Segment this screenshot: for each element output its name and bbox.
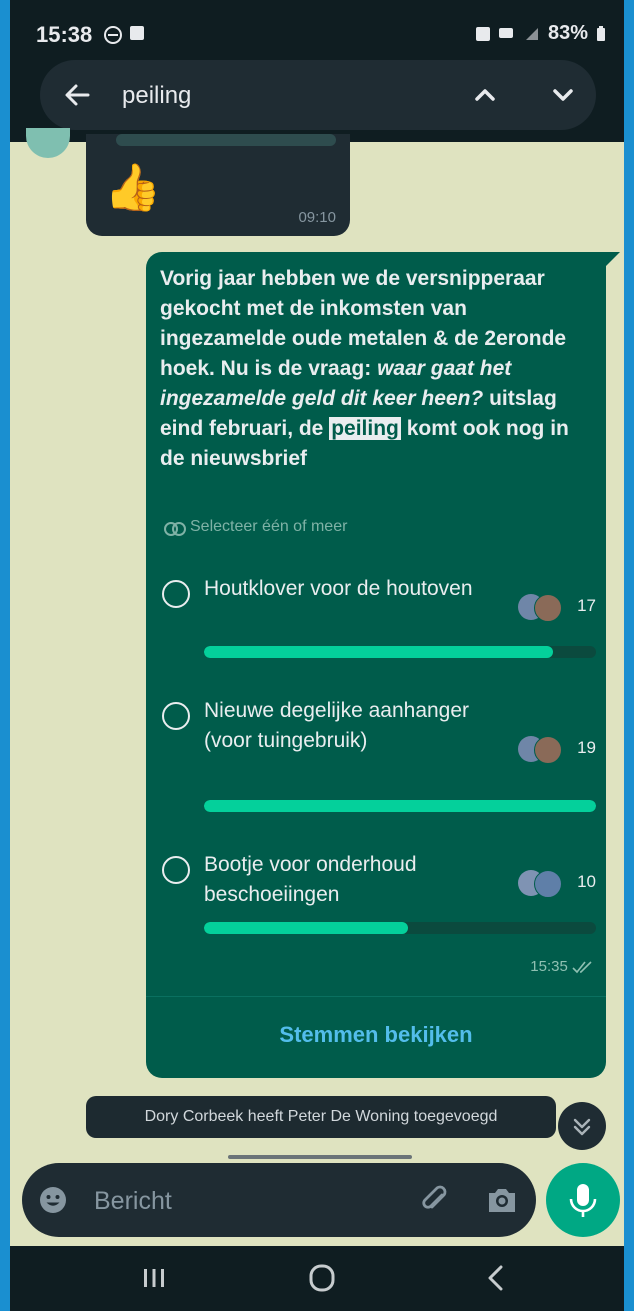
camera-icon[interactable] [486,1185,518,1215]
search-header [10,52,624,142]
vote-bar [204,922,596,934]
sender-name [116,134,336,146]
status-time: 15:38 [36,22,93,47]
message-time: 09:10 [298,209,336,226]
do-not-disturb-icon [104,26,122,49]
poll-message[interactable]: Vorig jaar hebben we de versnipperaar ge… [146,252,606,1078]
poll-option-label: Bootje voor onderhoud beschoeiingen [204,853,417,906]
message-time: 15:35 [530,958,568,975]
home-icon[interactable] [302,1260,342,1296]
vote-count: 17 [577,596,596,615]
vote-bar [204,646,596,658]
voice-record-button[interactable] [546,1163,620,1237]
chevron-up-icon[interactable] [468,78,502,112]
battery-percent: 83% [547,22,588,44]
view-votes-button[interactable]: Stemmen bekijken [146,1022,606,1048]
attach-icon[interactable] [418,1183,452,1217]
incoming-message[interactable]: 👍 09:10 [86,134,350,236]
scroll-to-bottom-button[interactable] [558,1102,606,1150]
search-input[interactable] [120,76,424,116]
battery-icon [597,25,605,41]
poll-option-label: Nieuwe degelijke aanhanger (voor tuingeb… [204,699,470,752]
vote-count: 10 [577,872,596,891]
voter-avatars [518,594,562,622]
system-navigation-bar [10,1246,624,1311]
wifi-call-icon [498,27,513,38]
message-status: 15:35 [530,958,594,975]
double-chevron-down-icon [573,1118,591,1136]
sender-avatar[interactable] [26,128,70,158]
alarm-icon [475,26,490,41]
emoji-icon[interactable] [38,1185,68,1215]
microphone-icon [569,1184,597,1217]
signal-icon [525,27,538,40]
poll-option[interactable]: Houtklover voor de houtoven 17 [162,574,596,664]
radio-button[interactable] [162,856,190,884]
message-input[interactable] [92,1181,376,1221]
voter-avatars [518,870,562,898]
search-highlight: peiling [329,417,401,440]
vote-bar-fill [204,646,553,658]
status-right: 83% [475,22,606,45]
radio-button[interactable] [162,702,190,730]
vote-bar [204,800,596,812]
chat-screen: 15:38 83% 👍 09:10 Vorig jaar hebben we d… [10,0,624,1311]
bubble-tail [606,252,620,266]
select-hint: Selecteer één of meer [164,518,347,536]
back-nav-icon[interactable] [476,1260,516,1296]
notification-icon [130,26,144,45]
poll-option[interactable]: Bootje voor onderhoud beschoeiingen 10 [162,850,596,940]
chevron-down-icon[interactable] [546,78,580,112]
system-notice: Dory Corbeek heeft Peter De Woning toege… [86,1096,556,1138]
multi-select-icon [164,521,186,536]
voter-avatars [518,736,562,764]
poll-option-label: Houtklover voor de houtoven [204,577,473,600]
vote-count: 19 [577,738,596,757]
poll-question: Vorig jaar hebben we de versnipperaar ge… [160,264,596,474]
vote-bar-fill [204,800,596,812]
recent-apps-icon[interactable] [134,1260,174,1296]
search-bar [40,60,596,130]
vote-bar-fill [204,922,408,934]
thumbs-up-emoji: 👍 [104,161,162,213]
drag-handle [228,1155,412,1159]
divider [146,996,606,997]
poll-option[interactable]: Nieuwe degelijke aanhanger (voor tuingeb… [162,696,596,816]
double-check-icon [572,961,592,974]
radio-button[interactable] [162,580,190,608]
select-hint-text: Selecteer één of meer [190,518,348,535]
back-arrow-icon[interactable] [62,80,92,110]
message-composer [22,1163,536,1237]
